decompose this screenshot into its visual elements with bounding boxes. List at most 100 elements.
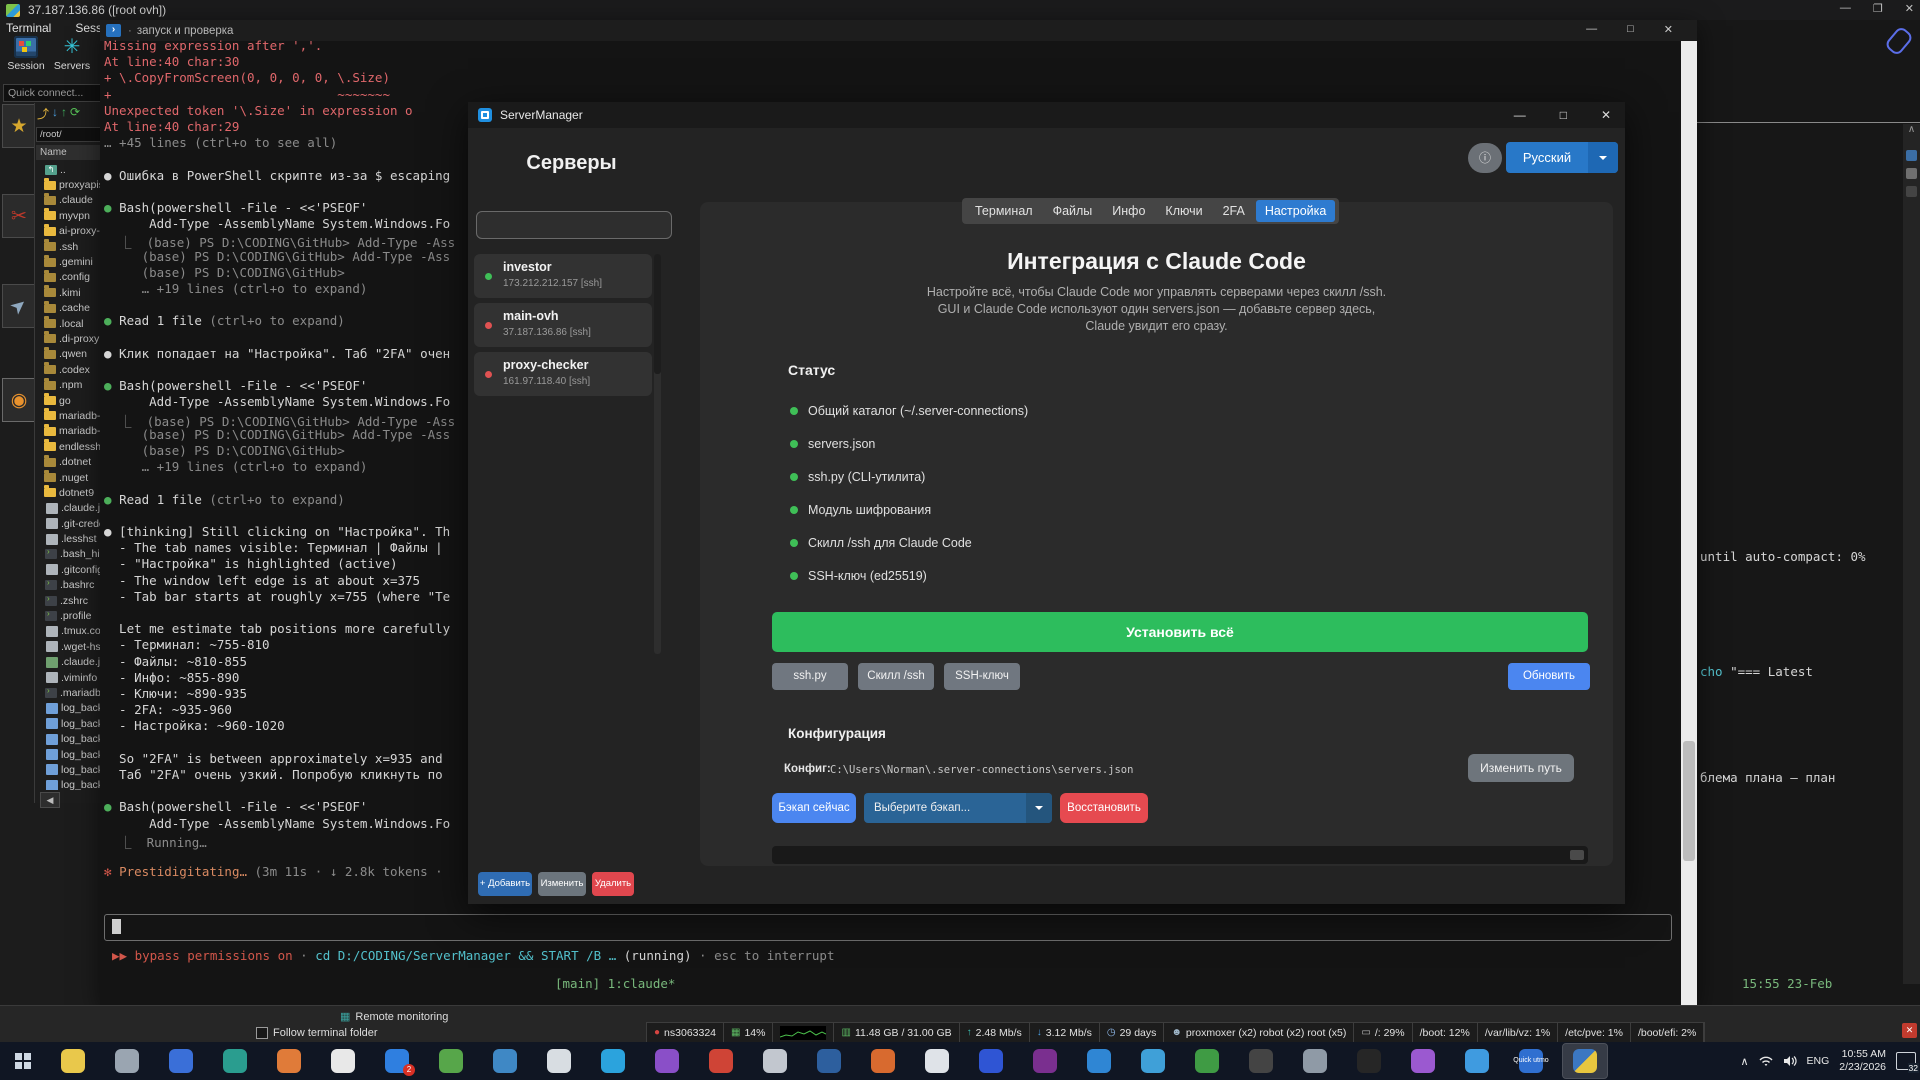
server-list-scrollbar[interactable] <box>654 254 661 654</box>
file-row[interactable]: .dotnet <box>36 454 103 469</box>
clock[interactable]: 10:55 AM 2/23/2026 <box>1839 1048 1886 1074</box>
file-row[interactable]: ai-proxy-s <box>36 224 103 239</box>
file-row[interactable]: log_backu <box>36 731 103 746</box>
start-button[interactable] <box>0 1042 46 1080</box>
file-row[interactable]: log_backu <box>36 778 103 790</box>
refresh-button[interactable]: Обновить <box>1508 663 1590 690</box>
server-search-input[interactable] <box>476 211 672 239</box>
server-card-proxy-checker[interactable]: proxy-checker161.97.118.40 [ssh] <box>474 352 652 396</box>
taskbar-icon-7[interactable] <box>429 1044 473 1078</box>
taskbar-icon-20[interactable] <box>1131 1044 1175 1078</box>
file-row[interactable]: .bash_his <box>36 547 103 562</box>
close-monitoring-icon[interactable]: ✕ <box>1902 1023 1917 1038</box>
taskbar-icon-11[interactable] <box>645 1044 689 1078</box>
taskbar-icon-19[interactable] <box>1077 1044 1121 1078</box>
taskbar-icon-28[interactable] <box>1563 1044 1607 1078</box>
taskbar-icon-21[interactable] <box>1185 1044 1229 1078</box>
scroll-up-icon[interactable]: ∧ <box>1903 124 1920 135</box>
taskbar-icon-3[interactable] <box>213 1044 257 1078</box>
restore-button[interactable]: Восстановить <box>1060 793 1148 823</box>
language-dropdown[interactable]: Русский <box>1506 142 1618 173</box>
file-row[interactable]: log_backu <box>36 747 103 762</box>
menu-terminal[interactable]: Terminal <box>6 21 51 35</box>
tab-Терминал[interactable]: Терминал <box>966 200 1042 222</box>
file-row[interactable]: .claude.js <box>36 501 103 516</box>
path-field[interactable]: /root/ <box>36 127 103 142</box>
scrollbar-thumb[interactable] <box>1570 850 1584 860</box>
file-row[interactable]: .tmux.co <box>36 624 103 639</box>
taskbar-icon-4[interactable] <box>267 1044 311 1078</box>
tab-Ключи[interactable]: Ключи <box>1156 200 1211 222</box>
mini-icon[interactable] <box>1906 168 1917 179</box>
change-path-button[interactable]: Изменить путь <box>1468 754 1574 782</box>
tab-Настройка[interactable]: Настройка <box>1256 200 1336 222</box>
file-row[interactable]: .nuget <box>36 470 103 485</box>
file-row[interactable]: .kimi <box>36 285 103 300</box>
add-server-button[interactable]: + Добавить <box>478 872 532 896</box>
file-row[interactable]: .cache <box>36 301 103 316</box>
taskbar-icon-25[interactable] <box>1401 1044 1445 1078</box>
server-card-main-ovh[interactable]: main-ovh37.187.136.86 [ssh] <box>474 303 652 347</box>
sidebar-tab-macros[interactable]: ➤ <box>2 284 36 328</box>
taskbar-icon-12[interactable] <box>699 1044 743 1078</box>
tab-Инфо[interactable]: Инфо <box>1103 200 1154 222</box>
file-row[interactable]: mariadb-c <box>36 424 103 439</box>
file-row[interactable]: ↰.. <box>36 162 103 177</box>
file-row[interactable]: .config <box>36 270 103 285</box>
minimize-icon[interactable]: — <box>1514 108 1526 122</box>
taskbar-icon-2[interactable] <box>159 1044 203 1078</box>
file-row[interactable]: log_backu <box>36 762 103 777</box>
taskbar-icon-15[interactable] <box>861 1044 905 1078</box>
minimize-icon[interactable]: — <box>1586 23 1597 36</box>
taskbar-icon-18[interactable] <box>1023 1044 1067 1078</box>
servers-button[interactable]: ✳ Servers <box>50 36 94 72</box>
file-row[interactable]: proxyapis <box>36 177 103 192</box>
terminal-input-box[interactable] <box>104 914 1672 941</box>
taskbar-icon-17[interactable] <box>969 1044 1013 1078</box>
remote-monitoring-toggle[interactable]: ▦ Remote monitoring <box>340 1010 448 1023</box>
wifi-icon[interactable] <box>1759 1055 1773 1067</box>
file-row[interactable]: .local <box>36 316 103 331</box>
taskbar-icon-24[interactable] <box>1347 1044 1391 1078</box>
taskbar-icon-1[interactable] <box>105 1044 149 1078</box>
log-output-bar[interactable] <box>772 846 1588 864</box>
file-row[interactable]: .lesshst <box>36 531 103 546</box>
scrollbar-thumb[interactable] <box>654 254 661 374</box>
right-scroll-column[interactable]: ∧ <box>1903 124 1920 984</box>
file-row[interactable]: .profile <box>36 608 103 623</box>
sidebar-tab-sftp[interactable]: ◉ <box>2 378 36 422</box>
install-all-button[interactable]: Установить всё <box>772 612 1588 652</box>
taskbar-icon-6[interactable]: 2 <box>375 1044 419 1078</box>
info-button[interactable]: ⓘ <box>1468 143 1502 173</box>
delete-server-button[interactable]: Удалить <box>592 872 634 896</box>
server-card-investor[interactable]: investor173.212.212.157 [ssh] <box>474 254 652 298</box>
folder-up-icon[interactable]: ⤴ <box>37 105 49 122</box>
file-row[interactable]: dotnet9 <box>36 485 103 500</box>
file-row[interactable]: .mariadb_ <box>36 685 103 700</box>
file-back-button[interactable]: ◀ <box>40 792 60 808</box>
file-row[interactable]: .npm <box>36 377 103 392</box>
taskbar-icon-26[interactable] <box>1455 1044 1499 1078</box>
file-row[interactable]: endlessh <box>36 439 103 454</box>
taskbar-icon-9[interactable] <box>537 1044 581 1078</box>
terminal-scrollbar[interactable] <box>1681 41 1697 1005</box>
language-indicator[interactable]: ENG <box>1807 1055 1830 1067</box>
tab-2FA[interactable]: 2FA <box>1214 200 1254 222</box>
component-button-Скилл /ssh[interactable]: Скилл /ssh <box>858 663 934 690</box>
component-button-SSH-ключ[interactable]: SSH-ключ <box>944 663 1020 690</box>
taskbar-icon-0[interactable] <box>51 1044 95 1078</box>
taskbar-icon-23[interactable] <box>1293 1044 1337 1078</box>
minimize-icon[interactable]: — <box>1840 2 1851 15</box>
close-icon[interactable]: ✕ <box>1664 23 1673 36</box>
file-row[interactable]: .bashrc <box>36 578 103 593</box>
maximize-icon[interactable]: □ <box>1560 108 1567 122</box>
sidebar-tab-favorites[interactable]: ★ <box>2 104 36 148</box>
scrollbar-thumb[interactable] <box>1683 741 1695 861</box>
file-row[interactable]: myvpn <box>36 208 103 223</box>
file-row[interactable]: .wget-hs <box>36 639 103 654</box>
file-row[interactable]: .git-crede <box>36 516 103 531</box>
maximize-icon[interactable]: ❐ <box>1873 2 1883 15</box>
download-icon[interactable]: ↓ <box>52 105 58 122</box>
taskbar-icon-5[interactable] <box>321 1044 365 1078</box>
file-row[interactable]: log_backu <box>36 716 103 731</box>
